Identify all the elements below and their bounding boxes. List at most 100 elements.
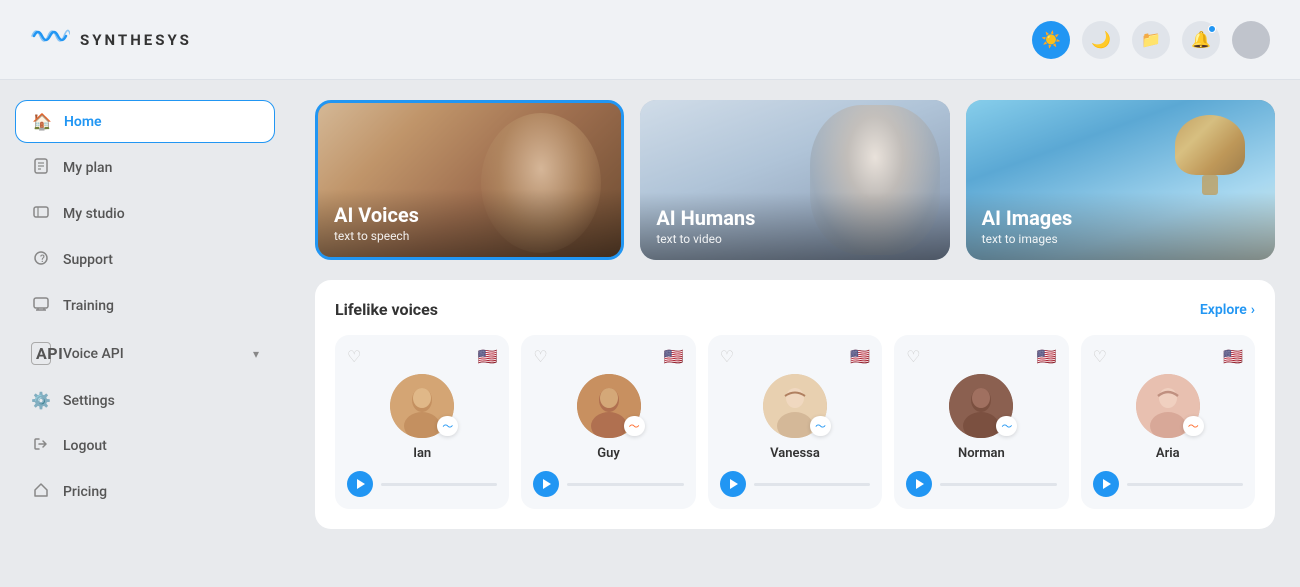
ai-voices-subtitle: text to speech bbox=[334, 229, 605, 243]
voice-card-guy[interactable]: ♡ 🇺🇸 〜 bbox=[521, 335, 695, 509]
aria-avatar-wrapper: 〜 bbox=[1136, 374, 1200, 438]
flag-vanessa: 🇺🇸 bbox=[850, 347, 870, 366]
user-avatar-button[interactable] bbox=[1232, 21, 1270, 59]
ai-humans-title: AI Humans bbox=[656, 206, 933, 230]
flag-norman: 🇺🇸 bbox=[1037, 347, 1057, 366]
folder-button[interactable]: 📁 bbox=[1132, 21, 1170, 59]
norman-avatar-wrapper: 〜 bbox=[949, 374, 1013, 438]
ian-avatar-wrapper: 〜 bbox=[390, 374, 454, 438]
sidebar-item-label-api: Voice API bbox=[63, 346, 124, 362]
notification-badge bbox=[1208, 25, 1216, 33]
logo-icon bbox=[30, 20, 70, 59]
category-card-ai-voices[interactable]: AI Voices text to speech bbox=[315, 100, 624, 260]
aria-play-bar bbox=[1093, 471, 1243, 497]
sidebar-item-logout[interactable]: Logout bbox=[15, 425, 275, 467]
main-content: AI Voices text to speech AI Humans text … bbox=[290, 80, 1300, 587]
voice-card-vanessa-top: ♡ 🇺🇸 bbox=[720, 347, 870, 366]
wave-badge-vanessa: 〜 bbox=[810, 416, 831, 436]
ian-play-button[interactable] bbox=[347, 471, 373, 497]
moon-icon: 🌙 bbox=[1091, 30, 1111, 50]
guy-progress bbox=[567, 483, 683, 486]
heart-icon-norman[interactable]: ♡ bbox=[906, 347, 920, 366]
flag-aria: 🇺🇸 bbox=[1223, 347, 1243, 366]
pricing-icon bbox=[31, 482, 51, 502]
category-card-ai-images[interactable]: AI Images text to images bbox=[966, 100, 1275, 260]
bell-icon: 🔔 bbox=[1191, 30, 1211, 50]
aria-play-button[interactable] bbox=[1093, 471, 1119, 497]
aria-name: Aria bbox=[1156, 446, 1180, 461]
norman-play-bar bbox=[906, 471, 1056, 497]
guy-play-bar bbox=[533, 471, 683, 497]
voice-card-aria-top: ♡ 🇺🇸 bbox=[1093, 347, 1243, 366]
sidebar-item-training[interactable]: Training bbox=[15, 285, 275, 327]
ai-voices-overlay: AI Voices text to speech bbox=[318, 189, 621, 257]
sidebar-item-voice-api[interactable]: API Voice API ▾ bbox=[15, 331, 275, 376]
heart-icon-ian[interactable]: ♡ bbox=[347, 347, 361, 366]
guy-avatar-wrapper: 〜 bbox=[577, 374, 641, 438]
home-icon: 🏠 bbox=[32, 112, 52, 131]
ai-humans-overlay: AI Humans text to video bbox=[640, 192, 949, 260]
sidebar-item-pricing[interactable]: Pricing bbox=[15, 471, 275, 513]
wave-badge-norman: 〜 bbox=[996, 416, 1017, 436]
sidebar-item-label-pricing: Pricing bbox=[63, 484, 107, 500]
ai-images-title: AI Images bbox=[982, 206, 1259, 230]
vanessa-avatar-wrapper: 〜 bbox=[763, 374, 827, 438]
wave-badge-aria: 〜 bbox=[1183, 416, 1204, 436]
header-actions: ☀️ 🌙 📁 🔔 bbox=[1032, 21, 1270, 59]
vanessa-play-button[interactable] bbox=[720, 471, 746, 497]
heart-icon-guy[interactable]: ♡ bbox=[533, 347, 547, 366]
sidebar-item-support[interactable]: ? Support bbox=[15, 239, 275, 281]
voices-header: Lifelike voices Explore › bbox=[335, 300, 1255, 319]
support-icon: ? bbox=[31, 250, 51, 270]
explore-link[interactable]: Explore › bbox=[1200, 302, 1255, 318]
logo: SYNTHESYS bbox=[30, 20, 192, 59]
sidebar-item-settings[interactable]: ⚙️ Settings bbox=[15, 380, 275, 421]
svg-text:?: ? bbox=[40, 254, 45, 265]
norman-play-button[interactable] bbox=[906, 471, 932, 497]
vanessa-progress bbox=[754, 483, 870, 486]
theme-dark-button[interactable]: 🌙 bbox=[1082, 21, 1120, 59]
voice-card-vanessa[interactable]: ♡ 🇺🇸 〜 bbox=[708, 335, 882, 509]
voice-card-norman-top: ♡ 🇺🇸 bbox=[906, 347, 1056, 366]
ian-play-bar bbox=[347, 471, 497, 497]
norman-progress bbox=[940, 483, 1056, 486]
flag-ian: 🇺🇸 bbox=[477, 347, 497, 366]
app-header: SYNTHESYS ☀️ 🌙 📁 🔔 bbox=[0, 0, 1300, 80]
heart-icon-vanessa[interactable]: ♡ bbox=[720, 347, 734, 366]
wave-badge-guy: 〜 bbox=[624, 416, 645, 436]
chevron-down-icon: ▾ bbox=[253, 347, 259, 361]
category-card-ai-humans[interactable]: AI Humans text to video bbox=[640, 100, 949, 260]
voice-card-norman[interactable]: ♡ 🇺🇸 〜 bbox=[894, 335, 1068, 509]
sidebar-item-my-studio[interactable]: My studio bbox=[15, 193, 275, 235]
voice-card-ian[interactable]: ♡ 🇺🇸 〜 bbox=[335, 335, 509, 509]
studio-icon bbox=[31, 204, 51, 224]
vanessa-name: Vanessa bbox=[770, 446, 820, 461]
sidebar-item-label-studio: My studio bbox=[63, 206, 125, 222]
sidebar-item-my-plan[interactable]: My plan bbox=[15, 147, 275, 189]
guy-play-button[interactable] bbox=[533, 471, 559, 497]
ai-images-subtitle: text to images bbox=[982, 232, 1259, 246]
aria-progress bbox=[1127, 483, 1243, 486]
vanessa-play-bar bbox=[720, 471, 870, 497]
heart-icon-aria[interactable]: ♡ bbox=[1093, 347, 1107, 366]
flag-guy: 🇺🇸 bbox=[664, 347, 684, 366]
ai-images-overlay: AI Images text to images bbox=[966, 192, 1275, 260]
training-icon bbox=[31, 296, 51, 316]
voices-section-title: Lifelike voices bbox=[335, 300, 438, 319]
voice-card-ian-top: ♡ 🇺🇸 bbox=[347, 347, 497, 366]
sidebar-item-label-plan: My plan bbox=[63, 160, 112, 176]
sidebar-item-home[interactable]: 🏠 Home bbox=[15, 100, 275, 143]
sun-icon: ☀️ bbox=[1041, 30, 1061, 50]
sidebar-item-label-home: Home bbox=[64, 114, 102, 130]
explore-label: Explore bbox=[1200, 302, 1247, 318]
ai-humans-subtitle: text to video bbox=[656, 232, 933, 246]
notifications-button[interactable]: 🔔 bbox=[1182, 21, 1220, 59]
sidebar-item-label-logout: Logout bbox=[63, 438, 107, 454]
theme-light-button[interactable]: ☀️ bbox=[1032, 21, 1070, 59]
guy-name: Guy bbox=[597, 446, 620, 461]
voice-card-guy-top: ♡ 🇺🇸 bbox=[533, 347, 683, 366]
api-badge-icon: API bbox=[31, 342, 51, 365]
sidebar: 🏠 Home My plan My studio ? Support Tra bbox=[0, 80, 290, 587]
ian-name: Ian bbox=[413, 446, 431, 461]
voice-card-aria[interactable]: ♡ 🇺🇸 〜 bbox=[1081, 335, 1255, 509]
